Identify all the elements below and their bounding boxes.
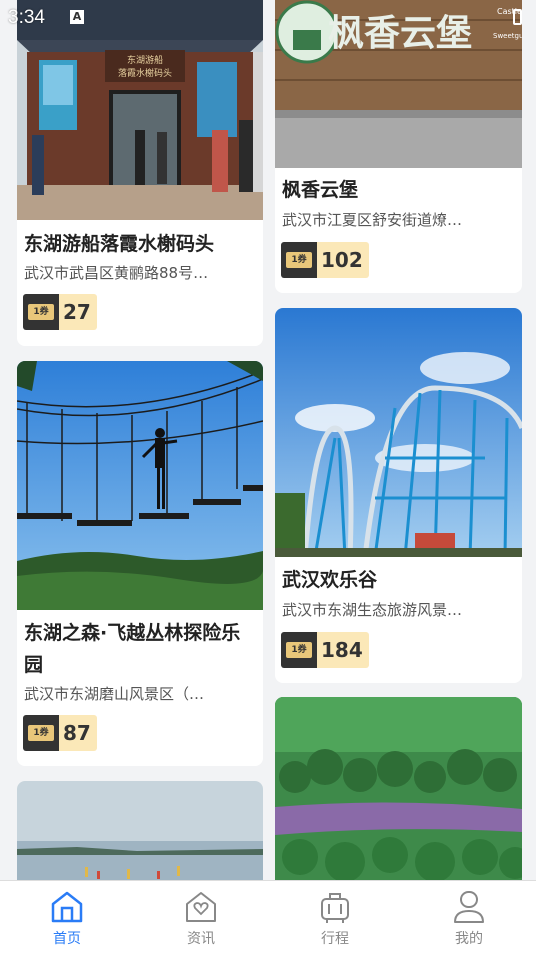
attraction-image: 东湖游船 落霞水榭码头	[17, 0, 263, 220]
attraction-feed[interactable]: 东湖游船 落霞水榭码头 东湖游船落霞水榭码头 武汉市武昌区黄鹂路88号… 1券 …	[0, 0, 536, 880]
attraction-card[interactable]: 枫香云堡 Castle Sweetgum 枫香云堡 武汉市江夏区舒安街道燎… 1…	[275, 0, 522, 293]
attraction-image	[17, 781, 263, 880]
attraction-image	[275, 697, 522, 880]
ticket-price-badge: 1券 27	[23, 294, 97, 330]
ticket-price: 184	[317, 632, 369, 668]
sign-sweetgum-text: Sweetgum	[493, 32, 522, 40]
tab-label: 首页	[53, 931, 81, 947]
sign-line2: 落霞水榭码头	[118, 67, 172, 79]
attraction-title: 武汉欢乐谷	[282, 569, 378, 591]
tab-home[interactable]: 首页	[0, 881, 134, 954]
ticket-icon: 1券	[23, 294, 59, 330]
attraction-title: 枫香云堡	[282, 179, 359, 201]
ticket-price: 102	[317, 242, 369, 278]
attraction-title: 东湖之森·飞越丛林探险乐园	[24, 622, 241, 676]
attraction-address: 武汉市武昌区黄鹂路88号…	[24, 264, 209, 282]
tab-label: 行程	[321, 931, 349, 947]
sign-castle-text: Castle	[497, 7, 522, 16]
tab-itinerary[interactable]: 行程	[268, 881, 402, 954]
tab-news[interactable]: 资讯	[134, 881, 268, 954]
tab-profile[interactable]: 我的	[402, 881, 536, 954]
ticket-icon: 1券	[281, 242, 317, 278]
attraction-image	[17, 361, 263, 610]
bottom-tab-bar: 首页 资讯 行程 我的	[0, 880, 536, 954]
ticket-price-badge: 1券 87	[23, 715, 97, 751]
ticket-icon: 1券	[23, 715, 59, 751]
attraction-address: 武汉市东湖生态旅游风景…	[282, 601, 463, 619]
attraction-card[interactable]	[17, 781, 263, 880]
tab-label: 我的	[455, 931, 483, 947]
ticket-price: 87	[59, 715, 97, 751]
attraction-image	[275, 308, 522, 557]
home-icon	[51, 891, 83, 923]
luggage-icon	[321, 893, 349, 923]
attraction-address: 武汉市东湖磨山风景区（…	[24, 685, 205, 703]
attraction-card[interactable]	[275, 697, 522, 880]
attraction-address: 武汉市江夏区舒安街道燎…	[282, 211, 463, 229]
attraction-card[interactable]: 武汉欢乐谷 武汉市东湖生态旅游风景… 1券 184	[275, 308, 522, 683]
attraction-card[interactable]: 东湖游船 落霞水榭码头 东湖游船落霞水榭码头 武汉市武昌区黄鹂路88号… 1券 …	[17, 0, 263, 346]
ticket-price-badge: 1券 102	[281, 242, 369, 278]
sign-line1: 东湖游船	[127, 54, 163, 66]
attraction-title: 东湖游船落霞水榭码头	[24, 233, 215, 255]
attraction-card[interactable]: 东湖之森·飞越丛林探险乐园 武汉市东湖磨山风景区（… 1券 87	[17, 361, 263, 766]
news-icon	[186, 892, 216, 922]
attraction-image: 枫香云堡 Castle Sweetgum	[275, 0, 522, 168]
sign-logo-text: 枫香云堡	[328, 13, 472, 54]
tab-label: 资讯	[187, 931, 215, 947]
ticket-price-badge: 1券 184	[281, 632, 369, 668]
profile-icon	[454, 891, 484, 923]
ticket-icon: 1券	[281, 632, 317, 668]
ticket-price: 27	[59, 294, 97, 330]
